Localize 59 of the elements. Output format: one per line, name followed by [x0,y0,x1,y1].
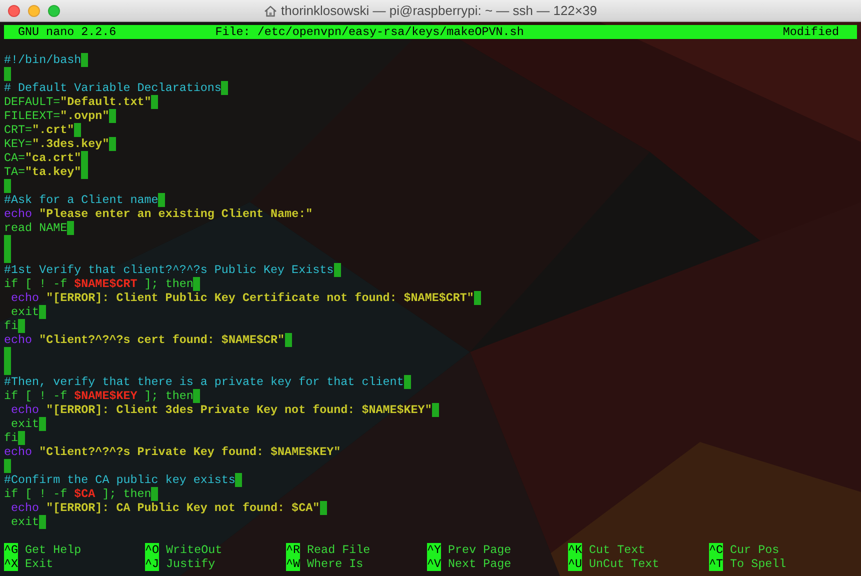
shortcut-label: Cut Text [588,543,646,557]
shortcut-label: Read File [306,543,370,557]
code-line: echo "Client?^?^?s Private Key found: $NAME$KEY" [4,445,341,459]
code-line: if [ ! -f $CA ]; then [4,487,152,501]
shortcut-key: ^T [709,557,724,571]
code-line: DEFAULT="Default.txt" [4,95,152,109]
shortcut-label: Next Page [447,557,512,571]
shortcut-label: Cur Pos [729,543,780,557]
editor-version: GNU nano 2.2.6 [18,25,116,39]
code-line: FILEEXT=".ovpn" [4,109,110,123]
code-line: echo "Please enter an existing Client Name:" [4,207,313,221]
shortcut-label: To Spell [729,557,786,571]
file-name: File: /etc/openvpn/easy-rsa/keys/makeOPVN.sh [215,25,525,39]
code-line: if [ ! -f $NAME$KEY ]; then [4,389,194,403]
shortcut-key: ^X [4,557,18,571]
shortcut-key: ^U [568,557,582,571]
shortcut-key: ^W [286,557,300,571]
home-icon [264,5,278,17]
minimize-button[interactable] [28,4,40,16]
code-line: echo "[ERROR]: CA Public Key not found: $CA" [10,501,320,515]
code-line: #1st Verify that client?^?^?s Public Key Exists [4,263,334,277]
shortcut-label: UnCut Text [588,557,660,571]
shortcut-key: ^C [709,543,724,557]
code-line: CRT=".crt" [4,123,74,137]
code-line: CA="ca.crt" [4,151,82,165]
code-line: fi [4,319,18,333]
zoom-button[interactable] [48,4,60,16]
code-line: if [ ! -f $NAME$CRT ]; then [4,277,194,291]
code-line: #Confirm the CA public key exists [4,473,236,487]
code-line: # Default Variable Declarations [4,81,222,95]
shortcut-label: Prev Page [447,543,512,557]
shortcut-label: Where Is [306,557,364,571]
modified-status: Modified [782,25,840,39]
code-line: echo "Client?^?^?s cert found: $NAME$CR" [4,333,285,347]
shortcut-key: ^G [4,543,18,557]
code-line: echo "[ERROR]: Client 3des Private Key not found: $NAME$KEY" [10,403,432,417]
shortcut-key: ^O [145,543,160,557]
shortcut-label: Exit [24,557,54,571]
code-line: exit [10,515,40,529]
code-line: exit [10,305,40,319]
code-line: #Then, verify that there is a private key for that client [4,375,404,389]
code-line: echo "[ERROR]: Client Public Key Certificate not found: $NAME$CRT" [10,291,474,305]
shortcut-key: ^Y [427,543,442,557]
window-title: thorinklosowski — pi@raspberrypi: ~ — ssh — 122×39 [281,2,597,20]
shortcut-label: WriteOut [165,543,222,557]
shortcut-key: ^V [427,557,442,571]
code-line: #Ask for a Client name [4,193,158,207]
shortcut-label: Justify [165,557,216,571]
shortcut-key: ^K [568,543,582,557]
code-line: #!/bin/bash [4,53,82,67]
code-line: read NAME [4,221,68,235]
shortcut-key: ^J [145,557,160,571]
code-line: KEY=".3des.key" [4,137,110,151]
close-button[interactable] [8,4,20,16]
shortcut-key: ^R [286,543,300,557]
code-line: TA="ta.key" [4,165,82,179]
code-line: fi [4,431,18,445]
code-line: exit [10,417,40,431]
shortcut-label: Get Help [24,543,82,557]
